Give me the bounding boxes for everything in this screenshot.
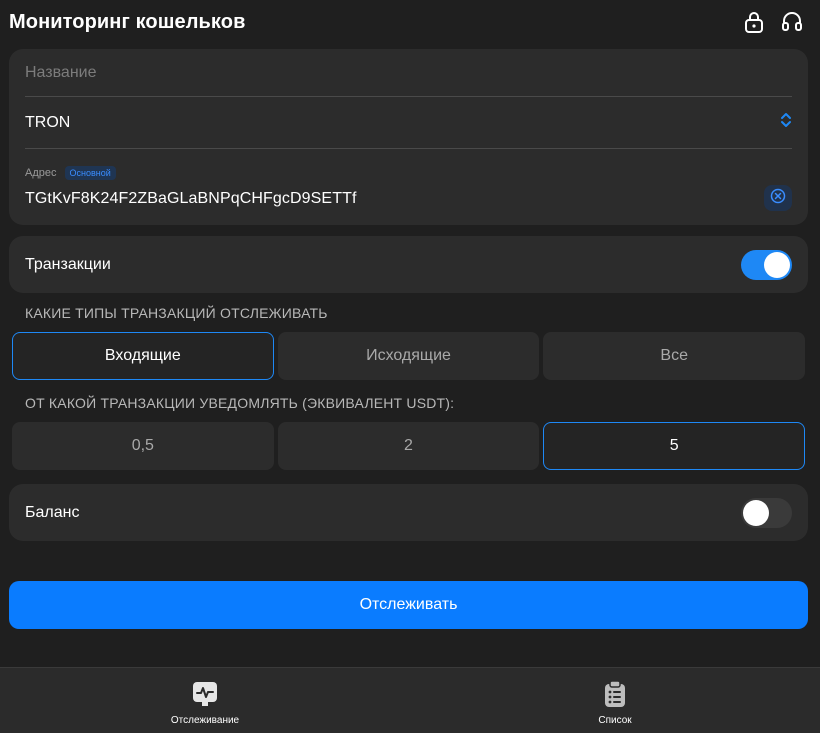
tab-tracking-label: Отслеживание xyxy=(170,715,240,726)
types-section-label: КАКИЕ ТИПЫ ТРАНЗАКЦИЙ ОТСЛЕЖИВАТЬ xyxy=(25,305,328,321)
balance-label: Баланс xyxy=(25,503,80,521)
chevron-up-down-icon xyxy=(780,111,792,134)
header-actions xyxy=(743,11,811,33)
address-field[interactable]: Адрес Основной TGtKvF8K24F2ZBaGLaBNPqCHF… xyxy=(25,149,792,225)
type-option-outgoing[interactable]: Исходящие xyxy=(277,332,540,380)
amount-threshold-selector: 0,5 2 5 xyxy=(12,422,806,470)
amount-option-5[interactable]: 5 xyxy=(543,422,806,470)
amount-section-label: ОТ КАКОЙ ТРАНЗАКЦИИ УВЕДОМЛЯТЬ (ЭКВИВАЛЕ… xyxy=(25,395,455,411)
tab-list-label: Список xyxy=(598,715,632,726)
clipboard-list-icon xyxy=(601,680,629,708)
track-button[interactable]: Отслеживать xyxy=(9,581,808,629)
transaction-type-selector: Входящие Исходящие Все xyxy=(12,332,806,380)
amount-option-0-5[interactable]: 0,5 xyxy=(12,422,274,470)
address-badge: Основной xyxy=(64,166,116,180)
transactions-label: Транзакции xyxy=(25,255,111,273)
balance-card: Баланс xyxy=(9,484,808,541)
type-option-incoming[interactable]: Входящие xyxy=(12,332,274,380)
amount-option-2[interactable]: 2 xyxy=(277,422,540,470)
address-label-row: Адрес Основной xyxy=(25,166,116,180)
clear-address-button[interactable] xyxy=(764,185,792,211)
transactions-card: Транзакции xyxy=(9,236,808,293)
name-input[interactable] xyxy=(25,63,792,82)
close-circle-icon xyxy=(770,188,786,209)
monitor-icon xyxy=(191,680,219,708)
balance-toggle[interactable] xyxy=(741,497,792,528)
address-label: Адрес xyxy=(25,167,57,179)
tab-list[interactable]: Список xyxy=(410,668,820,733)
bottom-tab-bar: Отслеживание Список xyxy=(0,667,820,733)
type-option-all[interactable]: Все xyxy=(543,332,806,380)
network-value: TRON xyxy=(25,113,71,131)
wallet-form-card: TRON Адрес Основной TGtKvF8K24F2ZBaGLaBN… xyxy=(9,49,808,225)
network-select[interactable]: TRON xyxy=(25,97,792,149)
toggle-knob xyxy=(764,251,790,278)
page-title: Мониторинг кошельков xyxy=(9,10,246,33)
toggle-knob xyxy=(743,499,769,526)
app-header: Мониторинг кошельков xyxy=(0,0,820,44)
address-value[interactable]: TGtKvF8K24F2ZBaGLaBNPqCHFgcD9SETTf xyxy=(25,190,357,208)
tab-tracking[interactable]: Отслеживание xyxy=(0,668,410,733)
lock-icon[interactable] xyxy=(743,11,765,33)
headset-icon[interactable] xyxy=(781,11,803,33)
name-field[interactable] xyxy=(25,49,792,97)
transactions-toggle[interactable] xyxy=(741,249,792,280)
